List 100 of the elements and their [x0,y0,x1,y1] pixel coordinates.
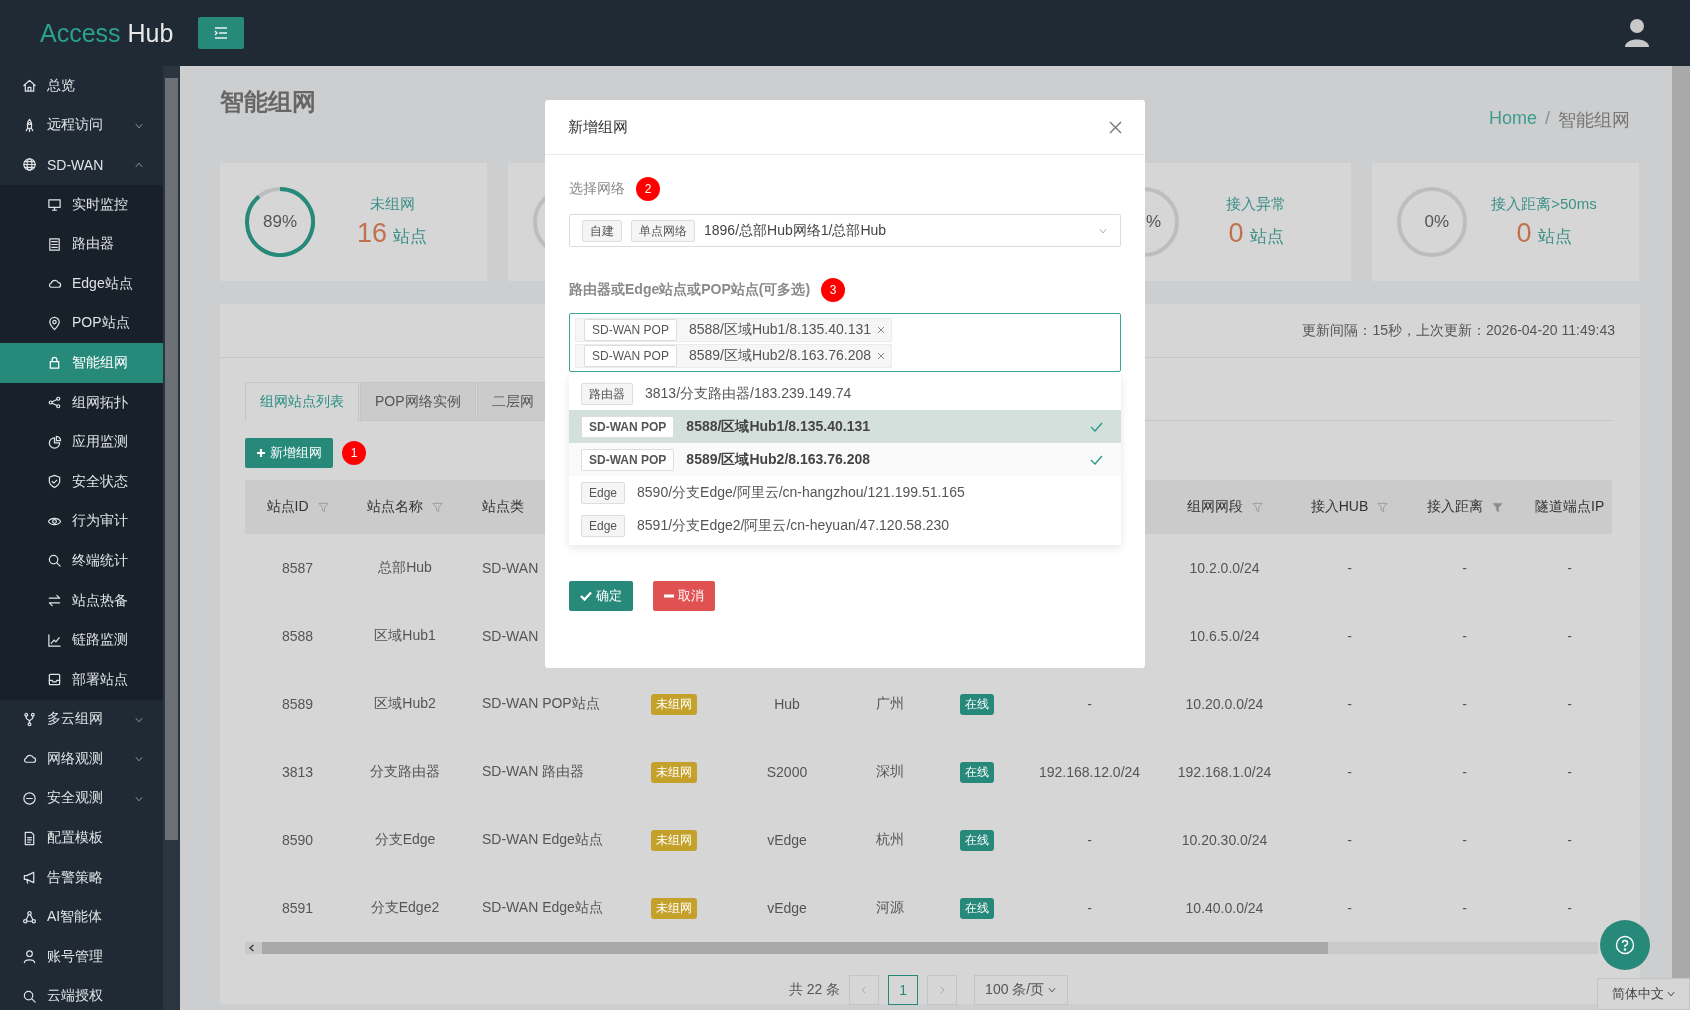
page-size-select[interactable]: 100 条/页 [974,975,1069,1005]
cancel-button[interactable]: 取消 [653,581,715,611]
remove-icon[interactable] [877,352,886,360]
user-avatar-icon[interactable] [1624,18,1650,48]
table-cell: Hub [774,696,800,712]
sidebar-subitem[interactable]: 部署站点 [0,659,163,700]
sidebar-subitem[interactable]: 终端统计 [0,541,163,581]
column-header[interactable]: 站点名称 [367,498,423,516]
sidebar-item[interactable]: 总览 [0,66,163,106]
ring-percent: % [1145,212,1161,232]
sidebar-item[interactable]: 安全观测 [0,778,163,819]
column-header[interactable]: 组网网段 [1186,498,1243,516]
table-cell: S2000 [766,764,808,780]
sidebar-item[interactable]: SD-WAN [0,145,163,185]
selected-site-chip[interactable]: SD-WAN POP 8589/区域Hub2/8.163.76.208 [575,344,893,368]
scroll-left-icon[interactable] [248,944,255,952]
tab[interactable]: POP网络实例 [360,382,476,420]
sidebar-subitem[interactable]: 应用监测 [0,422,163,462]
column-header[interactable]: 接入距离 [1426,498,1483,516]
table-cell: SD-WAN Edge站点 [482,831,603,849]
swap-arrows-icon [47,593,62,608]
location-pin-icon [47,315,62,331]
option-label: 8590/分支Edge/阿里云/cn-hangzhou/121.199.51.165 [637,483,965,502]
app-logo[interactable]: Access Hub [40,18,198,48]
sidebar-subitem[interactable]: 智能组网 [0,343,163,383]
remove-icon[interactable] [877,326,886,334]
column-header[interactable]: 站点ID [266,498,309,516]
network-tag: 自建 [582,219,622,242]
vertical-scrollbar[interactable] [163,66,180,1010]
dropdown-option[interactable]: SD-WAN POP 8589/区域Hub2/8.163.76.208 [569,443,1121,476]
progress-ring [1144,187,1179,257]
menu-toggle-button[interactable] [198,17,244,49]
filter-icon[interactable] [317,501,329,513]
table-cell: - [1567,832,1572,848]
dropdown-option[interactable]: 路由器 3813/分支路由器/183.239.149.74 [569,377,1121,410]
stat-unit: 站点 [393,226,427,248]
table-cell: SD-WAN POP站点 [482,695,600,713]
page-title: 智能组网 [220,87,316,117]
scrollbar-thumb[interactable] [165,78,178,840]
search-icon [47,553,62,569]
column-header[interactable]: 接入HUB [1310,498,1369,516]
table-cell: 3813 [281,764,314,780]
sidebar-subitem[interactable]: 站点热备 [0,580,163,621]
sidebar-item[interactable]: 多云组网 [0,699,163,740]
column-header[interactable]: 隧道端点IP [1535,498,1605,516]
filter-icon[interactable] [1251,501,1263,513]
table-cell: 10.20.30.0/24 [1181,832,1268,848]
table-cell: 8590 [281,832,314,848]
sidebar-item[interactable]: 告警策略 [0,857,163,898]
sidebar-subitem[interactable]: 安全状态 [0,461,163,502]
globe-icon [22,157,37,173]
table-cell: - [1347,900,1352,916]
table-cell: 分支Edge2 [370,899,440,917]
vertical-scrollbar[interactable] [1672,66,1690,978]
sidebar-subitem[interactable]: 组网拓扑 [0,382,163,423]
site-multi-select[interactable]: SD-WAN POP 8588/区域Hub1/8.135.40.131 SD-WAN POP 8589/区域Hub2/8.163.76.208 [569,313,1121,372]
stat-count: 0 [1516,218,1532,249]
table-cell: - [1087,696,1092,712]
table-cell: 192.168.1.0/24 [1177,764,1272,780]
chevron-down-icon [1665,989,1676,999]
nodes-icon [22,909,37,925]
field-label: 路由器或Edge站点或POP站点(可多选) [569,281,811,299]
add-network-button[interactable]: 新增组网 [245,438,333,468]
table-cell: 10.40.0.0/24 [1185,900,1264,916]
sidebar-item[interactable]: AI智能体 [0,897,163,938]
table-cell: - [1347,696,1352,712]
column-header[interactable]: 站点类 [482,498,524,516]
check-icon [580,591,592,601]
filter-icon[interactable] [1377,501,1389,513]
sidebar-item[interactable]: 配置模板 [0,818,163,858]
filter-icon[interactable] [1491,501,1503,513]
horizontal-scrollbar[interactable] [245,942,1598,954]
sidebar-item[interactable]: 云端授权 [0,976,163,1010]
table-cell: 10.20.0.0/24 [1185,696,1264,712]
table-cell: - [1462,900,1467,916]
filter-icon[interactable] [432,501,443,513]
sidebar-subitem[interactable]: Edge站点 [0,263,163,304]
ring-percent: 89% [262,212,297,232]
sidebar-subitem[interactable]: 行为审计 [0,501,163,542]
search-icon [22,988,37,1004]
scrollbar-thumb[interactable] [262,942,1328,954]
selected-site-chip[interactable]: SD-WAN POP 8588/区域Hub1/8.135.40.131 [575,318,893,342]
table-cell: 区域Hub1 [374,627,436,645]
sidebar-subitem[interactable]: 实时监控 [0,184,163,225]
sidebar-item[interactable]: 远程访问 [0,105,163,146]
network-select[interactable]: 自建 单点网络 1896/总部Hub网络1/总部Hub [569,214,1121,247]
dropdown-option[interactable]: SD-WAN POP 8588/区域Hub1/8.135.40.131 [569,410,1121,443]
option-label: 3813/分支路由器/183.239.149.74 [645,384,852,403]
sidebar-item[interactable]: 网络观测 [0,739,163,779]
language-select[interactable]: 简体中文 [1597,978,1690,1010]
dropdown-option[interactable]: Edge 8590/分支Edge/阿里云/cn-hangzhou/121.199.51.165 [569,476,1121,509]
close-icon[interactable] [1109,120,1122,134]
sidebar-subitem[interactable]: POP站点 [0,303,163,344]
sidebar-item[interactable]: 账号管理 [0,937,163,977]
confirm-button[interactable]: 确定 [569,581,633,611]
dropdown-option[interactable]: Edge 8591/分支Edge2/阿里云/cn-heyuan/47.120.58.230 [569,509,1121,542]
sidebar-subitem[interactable]: 路由器 [0,224,163,264]
sidebar-subitem[interactable]: 链路监测 [0,620,163,660]
table-cell: - [1462,696,1467,712]
chevron-down-icon [1047,985,1058,995]
